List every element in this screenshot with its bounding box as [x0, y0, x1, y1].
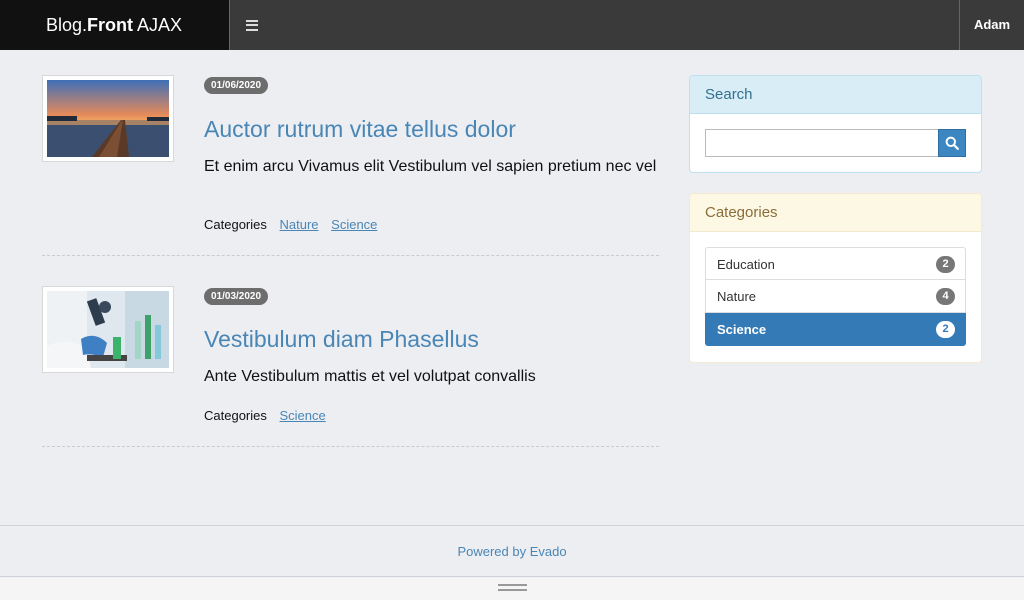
- search-panel: Search: [689, 75, 982, 173]
- search-panel-title: Search: [690, 76, 981, 114]
- footer: Powered by Evado: [0, 525, 1024, 577]
- category-item-science[interactable]: Science 2: [705, 313, 966, 346]
- brand-bold: Front: [87, 15, 134, 35]
- brand-logo[interactable]: Blog.Front AJAX: [0, 0, 229, 50]
- pier-sunset-image: [47, 80, 169, 157]
- category-count-badge: 2: [936, 256, 955, 273]
- categories-label: Categories: [204, 217, 267, 232]
- post-item: 01/03/2020 Vestibulum diam Phasellus Ant…: [42, 286, 659, 447]
- post-title-link[interactable]: Vestibulum diam Phasellus: [204, 326, 479, 353]
- top-navbar: Blog.Front AJAX Adam: [0, 0, 1024, 50]
- lab-microscope-image: [47, 291, 169, 368]
- post-categories: Categories Nature Science: [204, 217, 377, 232]
- category-item-education[interactable]: Education 2: [705, 247, 966, 280]
- brand-regular: Blog.: [46, 15, 88, 35]
- post-thumbnail[interactable]: [42, 75, 174, 162]
- search-icon: [945, 136, 959, 150]
- category-list: Education 2 Nature 4 Science 2: [705, 247, 966, 346]
- category-item-nature[interactable]: Nature 4: [705, 280, 966, 313]
- footer-powered-by-link[interactable]: Powered by Evado: [457, 544, 566, 559]
- post-thumbnail[interactable]: [42, 286, 174, 373]
- search-input[interactable]: [705, 129, 939, 157]
- category-link-nature[interactable]: Nature: [280, 217, 319, 232]
- category-link-science[interactable]: Science: [331, 217, 377, 232]
- menu-toggle-button[interactable]: [238, 13, 266, 37]
- resize-handle-icon[interactable]: [498, 584, 527, 591]
- category-label: Education: [717, 257, 775, 272]
- post-title-link[interactable]: Auctor rutrum vitae tellus dolor: [204, 116, 516, 143]
- post-item: 01/06/2020 Auctor rutrum vitae tellus do…: [42, 75, 659, 256]
- categories-panel: Categories Education 2 Nature 4 Science …: [689, 193, 982, 363]
- category-link-science[interactable]: Science: [280, 408, 326, 423]
- category-count-badge: 2: [936, 321, 955, 338]
- categories-label: Categories: [204, 408, 267, 423]
- post-date-badge: 01/03/2020: [204, 288, 269, 305]
- category-label: Science: [717, 322, 767, 337]
- post-categories: Categories Science: [204, 408, 326, 423]
- post-excerpt: Ante Vestibulum mattis et vel volutpat c…: [204, 368, 536, 385]
- category-label: Nature: [717, 289, 757, 304]
- user-menu[interactable]: Adam: [960, 0, 1024, 50]
- hamburger-icon: [246, 19, 258, 31]
- post-date-badge: 01/06/2020: [204, 77, 269, 94]
- categories-panel-title: Categories: [690, 194, 981, 232]
- category-count-badge: 4: [936, 288, 955, 305]
- navbar-divider: [229, 0, 230, 50]
- search-button[interactable]: [938, 129, 966, 157]
- post-excerpt: Et enim arcu Vivamus elit Vestibulum vel…: [204, 158, 657, 175]
- brand-suffix: AJAX: [133, 15, 183, 35]
